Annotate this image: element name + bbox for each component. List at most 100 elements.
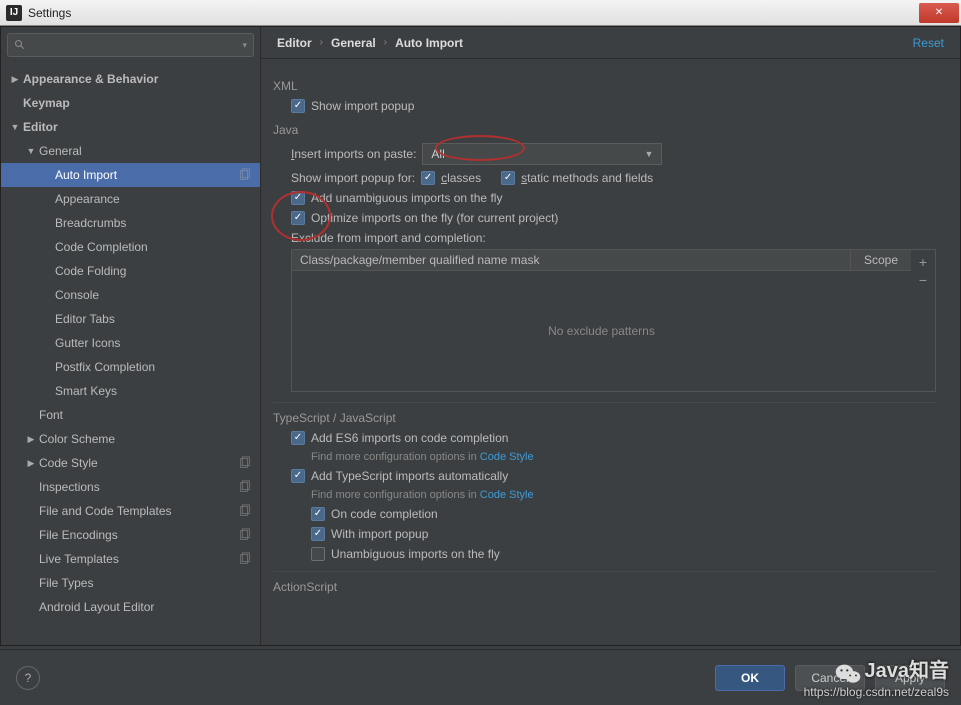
sidebar-item-smart-keys[interactable]: Smart Keys	[1, 379, 260, 403]
ok-button[interactable]: OK	[715, 665, 785, 691]
exclude-label: Exclude from import and completion:	[291, 231, 936, 245]
sidebar: ▾ Appearance & Behavior Keymap Editor Gener…	[1, 27, 261, 645]
sidebar-item-appearance-behavior[interactable]: Appearance & Behavior	[1, 67, 260, 91]
tree-arrow-icon[interactable]	[25, 434, 37, 445]
on-code-completion-checkbox[interactable]	[311, 507, 325, 521]
sidebar-item-editor[interactable]: Editor	[1, 115, 260, 139]
copy-icon	[238, 504, 260, 518]
unambiguous-ts-checkbox[interactable]	[311, 547, 325, 561]
remove-exclude-button[interactable]: −	[914, 272, 932, 288]
chevron-down-icon: ▾	[242, 40, 247, 51]
sidebar-item-label: File and Code Templates	[39, 504, 238, 518]
es6-imports-checkbox[interactable]	[291, 431, 305, 445]
sidebar-item-code-folding[interactable]: Code Folding	[1, 259, 260, 283]
tree-arrow-icon[interactable]	[25, 458, 37, 469]
sidebar-item-label: Font	[39, 408, 260, 422]
sidebar-item-font[interactable]: Font	[1, 403, 260, 427]
sidebar-item-label: Postfix Completion	[55, 360, 260, 374]
sidebar-item-label: File Encodings	[39, 528, 238, 542]
sidebar-item-label: Keymap	[23, 96, 260, 110]
sidebar-item-keymap[interactable]: Keymap	[1, 91, 260, 115]
sidebar-item-color-scheme[interactable]: Color Scheme	[1, 427, 260, 451]
sidebar-item-live-templates[interactable]: Live Templates	[1, 547, 260, 571]
sidebar-item-code-completion[interactable]: Code Completion	[1, 235, 260, 259]
java-section-header: Java	[273, 123, 936, 137]
sidebar-item-label: Inspections	[39, 480, 238, 494]
tree-arrow-icon[interactable]	[25, 146, 37, 156]
cancel-button[interactable]: Cancel	[795, 665, 865, 691]
sidebar-item-code-style[interactable]: Code Style	[1, 451, 260, 475]
static-methods-checkbox[interactable]	[501, 171, 515, 185]
settings-tree: Appearance & Behavior Keymap Editor General…	[1, 63, 260, 645]
with-import-popup-checkbox[interactable]	[311, 527, 325, 541]
xml-show-import-popup-checkbox[interactable]	[291, 99, 305, 113]
annotation-circle	[435, 135, 525, 161]
exclude-table: Class/package/member qualified name mask…	[291, 249, 936, 392]
footer: ? OK Cancel Apply	[0, 649, 961, 705]
actionscript-section-header: ActionScript	[273, 580, 936, 594]
es6-imports-label: Add ES6 imports on code completion	[311, 431, 508, 445]
copy-icon	[238, 456, 260, 470]
copy-icon	[238, 168, 260, 182]
add-exclude-button[interactable]: +	[914, 254, 932, 270]
exclude-table-empty: No exclude patterns	[292, 271, 911, 391]
sidebar-item-label: Gutter Icons	[55, 336, 260, 350]
sidebar-item-label: Color Scheme	[39, 432, 260, 446]
divider	[273, 402, 936, 403]
ts-section-header: TypeScript / JavaScript	[273, 411, 936, 425]
sidebar-item-label: Console	[55, 288, 260, 302]
sidebar-item-label: Code Style	[39, 456, 238, 470]
sidebar-item-console[interactable]: Console	[1, 283, 260, 307]
exclude-col-name: Class/package/member qualified name mask	[292, 250, 851, 270]
classes-checkbox[interactable]	[421, 171, 435, 185]
es6-hint: Find more configuration options in Code …	[311, 451, 936, 463]
sidebar-item-appearance[interactable]: Appearance	[1, 187, 260, 211]
show-import-popup-for-label: Show import popup for:	[291, 171, 415, 185]
window-title: Settings	[28, 6, 919, 20]
ts-auto-checkbox[interactable]	[291, 469, 305, 483]
breadcrumb-auto-import: Auto Import	[395, 36, 463, 50]
chevron-right-icon: ›	[384, 37, 387, 48]
reset-link[interactable]: Reset	[913, 36, 944, 50]
insert-imports-label: Insert imports on paste:	[291, 147, 416, 161]
search-input[interactable]: ▾	[7, 33, 254, 57]
breadcrumb-general[interactable]: General	[331, 36, 376, 50]
sidebar-item-label: Android Layout Editor	[39, 600, 260, 614]
sidebar-item-file-encodings[interactable]: File Encodings	[1, 523, 260, 547]
sidebar-item-general[interactable]: General	[1, 139, 260, 163]
sidebar-item-label: File Types	[39, 576, 260, 590]
sidebar-item-label: Auto Import	[55, 168, 238, 182]
sidebar-item-postfix-completion[interactable]: Postfix Completion	[1, 355, 260, 379]
sidebar-item-auto-import[interactable]: Auto Import	[1, 163, 260, 187]
sidebar-item-file-types[interactable]: File Types	[1, 571, 260, 595]
sidebar-item-label: Appearance & Behavior	[23, 72, 260, 86]
sidebar-item-label: Breadcrumbs	[55, 216, 260, 230]
sidebar-item-breadcrumbs[interactable]: Breadcrumbs	[1, 211, 260, 235]
classes-label: classes	[441, 171, 481, 185]
breadcrumb-editor[interactable]: Editor	[277, 36, 312, 50]
sidebar-item-label: Appearance	[55, 192, 260, 206]
code-style-link[interactable]: Code Style	[480, 489, 534, 501]
sidebar-item-editor-tabs[interactable]: Editor Tabs	[1, 307, 260, 331]
tree-arrow-icon[interactable]	[9, 74, 21, 85]
copy-icon	[238, 480, 260, 494]
breadcrumb: Editor › General › Auto Import Reset	[261, 27, 960, 59]
sidebar-item-label: General	[39, 144, 260, 158]
sidebar-item-inspections[interactable]: Inspections	[1, 475, 260, 499]
sidebar-item-file-and-code-templates[interactable]: File and Code Templates	[1, 499, 260, 523]
sidebar-item-gutter-icons[interactable]: Gutter Icons	[1, 331, 260, 355]
sidebar-item-android-layout-editor[interactable]: Android Layout Editor	[1, 595, 260, 619]
unambiguous-ts-label: Unambiguous imports on the fly	[331, 547, 500, 561]
sidebar-item-label: Live Templates	[39, 552, 238, 566]
sidebar-item-label: Editor Tabs	[55, 312, 260, 326]
tree-arrow-icon[interactable]	[9, 122, 21, 132]
close-button[interactable]: ✕	[919, 3, 959, 23]
code-style-link[interactable]: Code Style	[480, 451, 534, 463]
with-import-popup-label: With import popup	[331, 527, 428, 541]
exclude-table-header: Class/package/member qualified name mask…	[292, 250, 911, 271]
help-button[interactable]: ?	[16, 666, 40, 690]
exclude-col-scope: Scope	[851, 250, 911, 270]
apply-button[interactable]: Apply	[875, 665, 945, 691]
annotation-circle	[271, 191, 331, 241]
add-unambiguous-label: Add unambiguous imports on the fly	[311, 191, 502, 205]
